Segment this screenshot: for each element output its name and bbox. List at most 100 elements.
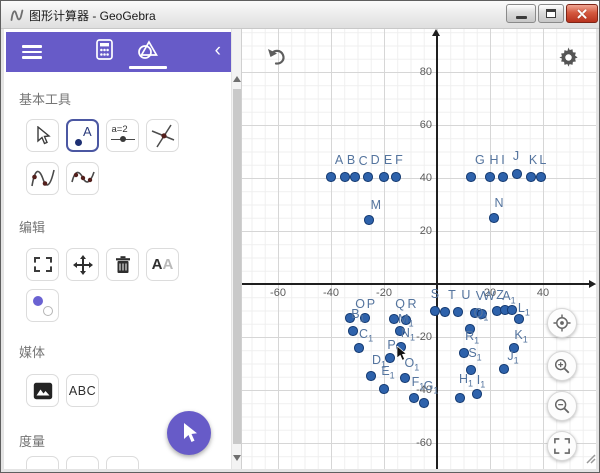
- geogebra-window: 图形计算器 - GeoGebra ‹: [0, 0, 600, 473]
- graph-point-I1[interactable]: [472, 389, 482, 399]
- point-label: M: [371, 198, 381, 212]
- standard-view-icon: [553, 314, 571, 332]
- point-label: S: [431, 287, 439, 301]
- tool-label-style[interactable]: AA: [146, 248, 179, 281]
- graph-point-J1[interactable]: [499, 364, 509, 374]
- graph-point-A1[interactable]: [507, 305, 517, 315]
- fab-cursor-icon: [179, 421, 199, 445]
- minimize-button[interactable]: [506, 4, 536, 23]
- graph-point-N[interactable]: [489, 213, 499, 223]
- graph-point-A[interactable]: [326, 172, 336, 182]
- sidebar-scrollbar[interactable]: [231, 29, 241, 469]
- graph-point-T[interactable]: [440, 307, 450, 317]
- intersect-icon: [150, 123, 176, 149]
- close-button[interactable]: [566, 4, 598, 23]
- tool-fit-curve[interactable]: [66, 162, 99, 195]
- maximize-button[interactable]: [538, 4, 564, 23]
- tools-fab-button[interactable]: [167, 411, 211, 455]
- tool-select[interactable]: [26, 248, 59, 281]
- zoom-in-button[interactable]: [547, 351, 577, 381]
- graphics-view[interactable]: -60-40-20204080604020-20-40-60 ABCDEFGHI…: [242, 29, 596, 469]
- graph-point-E1[interactable]: [379, 384, 389, 394]
- point-label: K: [529, 153, 537, 167]
- graph-point-D1[interactable]: [366, 371, 376, 381]
- tool-area[interactable]: cm²: [106, 456, 139, 469]
- graph-point-H[interactable]: [485, 172, 495, 182]
- point-label: J1: [507, 349, 518, 366]
- point-label: E1: [381, 364, 394, 381]
- graph-point-C1[interactable]: [354, 343, 364, 353]
- fullscreen-icon: [554, 438, 570, 454]
- image-icon: [33, 382, 53, 400]
- titlebar[interactable]: 图形计算器 - GeoGebra: [1, 1, 599, 29]
- graph-point-L[interactable]: [536, 172, 546, 182]
- point-label: U: [461, 288, 470, 302]
- graph-point-O1[interactable]: [400, 373, 410, 383]
- point-label: S1: [468, 346, 481, 363]
- tool-slider[interactable]: a=2: [106, 119, 139, 152]
- y-tick-label: 80: [400, 66, 432, 78]
- point-style-icon: [32, 295, 54, 317]
- mouse-cursor: [396, 346, 407, 367]
- gear-icon: [558, 47, 579, 68]
- undo-button[interactable]: [266, 47, 290, 69]
- point-label: T: [448, 288, 456, 302]
- point-label: H1: [459, 372, 473, 389]
- scrollbar-thumb[interactable]: [233, 89, 241, 444]
- graph-point-J[interactable]: [512, 169, 522, 179]
- tab-calculator[interactable]: [81, 32, 127, 72]
- point-label: L: [539, 153, 546, 167]
- graph-point-K[interactable]: [526, 172, 536, 182]
- y-tick-label: 40: [400, 172, 432, 184]
- graph-point-H1[interactable]: [455, 393, 465, 403]
- graph-point-U[interactable]: [453, 307, 463, 317]
- point-label: R: [407, 297, 416, 311]
- scrollbar-down-arrow[interactable]: [233, 455, 241, 461]
- tool-point[interactable]: A: [66, 119, 99, 152]
- graph-point-D[interactable]: [363, 172, 373, 182]
- resize-grip[interactable]: [584, 451, 596, 469]
- window-title: 图形计算器 - GeoGebra: [29, 7, 156, 24]
- tool-text[interactable]: ABC: [66, 374, 99, 407]
- tool-distance[interactable]: cm: [66, 456, 99, 469]
- point-label: K1: [514, 328, 527, 345]
- graph-point-P1[interactable]: [385, 353, 395, 363]
- x-tick-label: -40: [323, 287, 339, 299]
- graph-point-M[interactable]: [364, 215, 374, 225]
- graph-point-G[interactable]: [466, 172, 476, 182]
- tool-image[interactable]: [26, 374, 59, 407]
- scrollbar-up-arrow[interactable]: [233, 76, 241, 82]
- graph-point-B[interactable]: [340, 172, 350, 182]
- sidebar-header: ‹: [6, 32, 231, 72]
- point-label: N1: [401, 326, 415, 343]
- x-axis: [242, 283, 593, 284]
- graph-point-S[interactable]: [430, 306, 440, 316]
- settings-button[interactable]: [558, 47, 580, 69]
- tool-move[interactable]: [26, 119, 59, 152]
- tool-angle[interactable]: [26, 456, 59, 469]
- point-label: G: [475, 153, 485, 167]
- fullscreen-button[interactable]: [547, 431, 577, 461]
- tool-function-through-points[interactable]: [26, 162, 59, 195]
- graph-point-C[interactable]: [350, 172, 360, 182]
- graph-point-I[interactable]: [498, 172, 508, 182]
- graph-point-G1[interactable]: [419, 398, 429, 408]
- graph-point-B1[interactable]: [348, 326, 358, 336]
- graph-point-E[interactable]: [379, 172, 389, 182]
- point-label: R1: [465, 329, 479, 346]
- menu-button[interactable]: [22, 45, 42, 59]
- graph-point-F[interactable]: [391, 172, 401, 182]
- point-label: L1: [518, 301, 530, 318]
- collapse-sidebar-button[interactable]: ‹: [215, 40, 221, 62]
- tool-translate-view[interactable]: [66, 248, 99, 281]
- point-label: F: [395, 153, 403, 167]
- zoom-out-button[interactable]: [547, 391, 577, 421]
- app-content: ‹ 基本工具 A a=2: [4, 29, 596, 469]
- tool-point-style[interactable]: [26, 289, 59, 322]
- selection-rectangle-icon: [34, 257, 52, 272]
- tool-intersect[interactable]: [146, 119, 179, 152]
- minimize-icon: [516, 16, 527, 19]
- standard-view-button[interactable]: [547, 308, 577, 338]
- graph-point-F1[interactable]: [409, 393, 419, 403]
- tool-delete[interactable]: [106, 248, 139, 281]
